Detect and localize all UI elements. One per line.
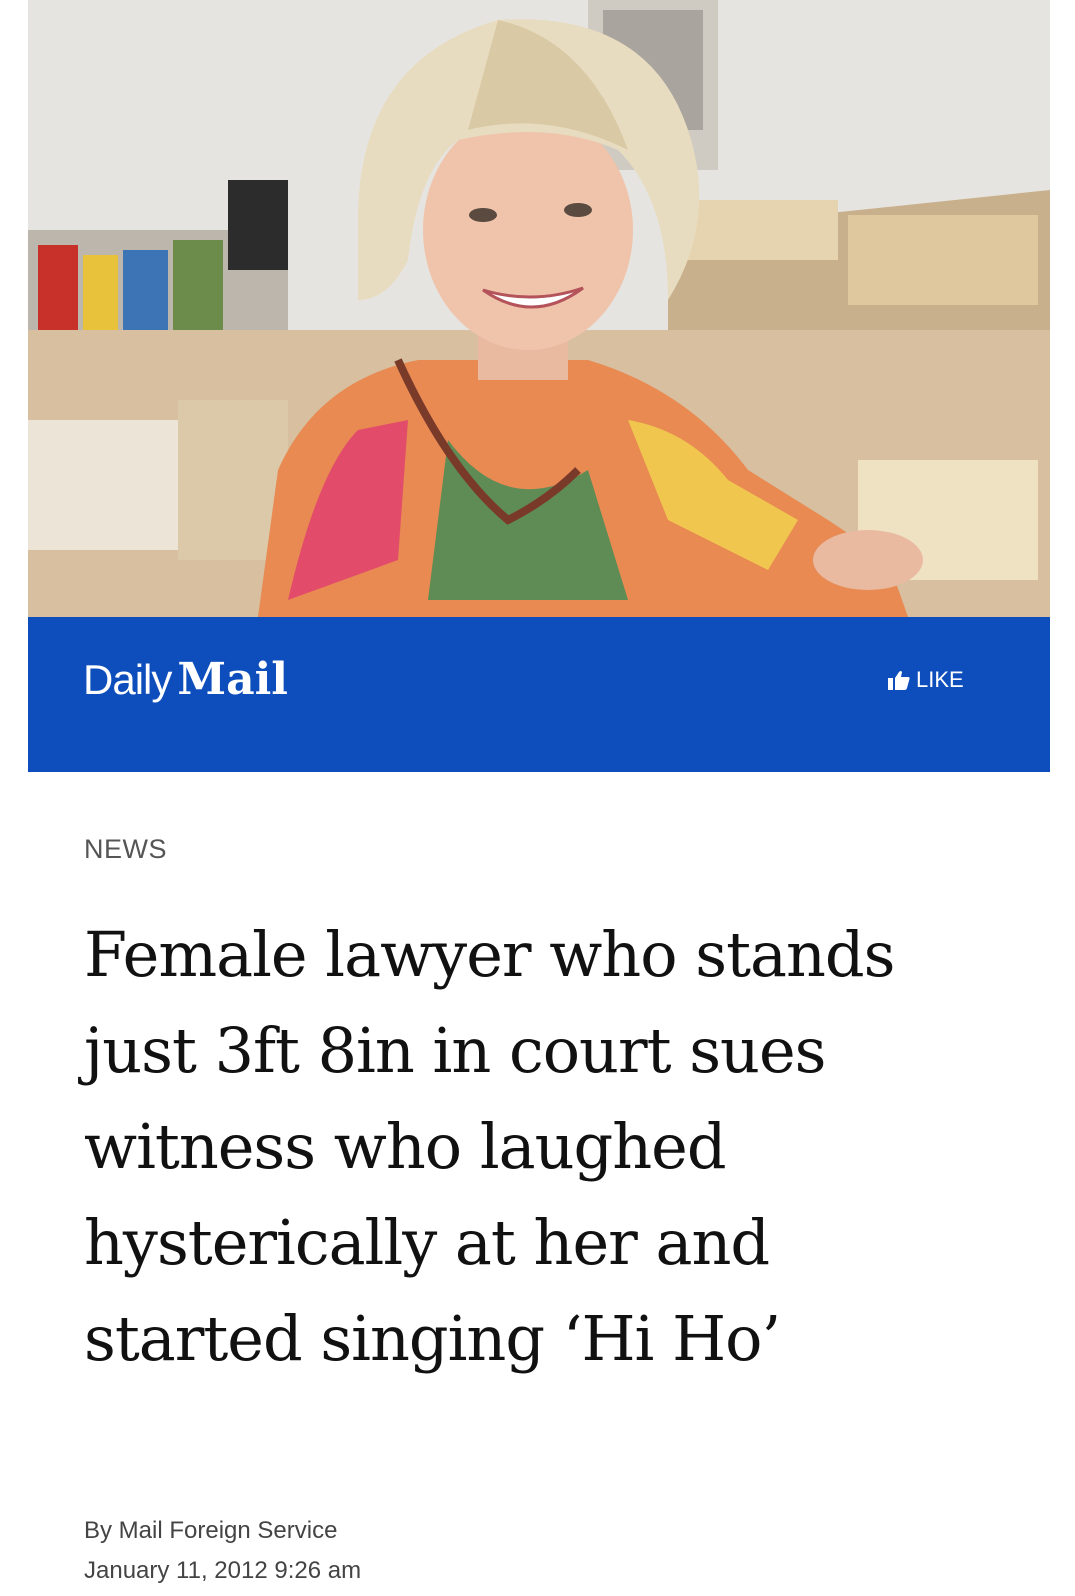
brand-bar: Daily Mail LIKE [28, 617, 1050, 772]
article-byline: By Mail Foreign Service [84, 1517, 338, 1544]
section-label[interactable]: NEWS [84, 834, 167, 865]
logo-daily-text: Daily [83, 656, 172, 703]
like-button[interactable]: LIKE [888, 667, 964, 693]
logo-mail-text: Mail [177, 654, 289, 705]
hero-photo-illustration [28, 0, 1050, 617]
hero-photo [28, 0, 1050, 617]
article-headline: Female lawyer who stands just 3ft 8in in… [84, 918, 895, 1375]
article-date: January 11, 2012 9:26 am [84, 1557, 362, 1584]
daily-mail-logo[interactable]: Daily Mail [83, 658, 288, 702]
like-label: LIKE [916, 667, 964, 692]
thumbs-up-icon [888, 670, 910, 690]
